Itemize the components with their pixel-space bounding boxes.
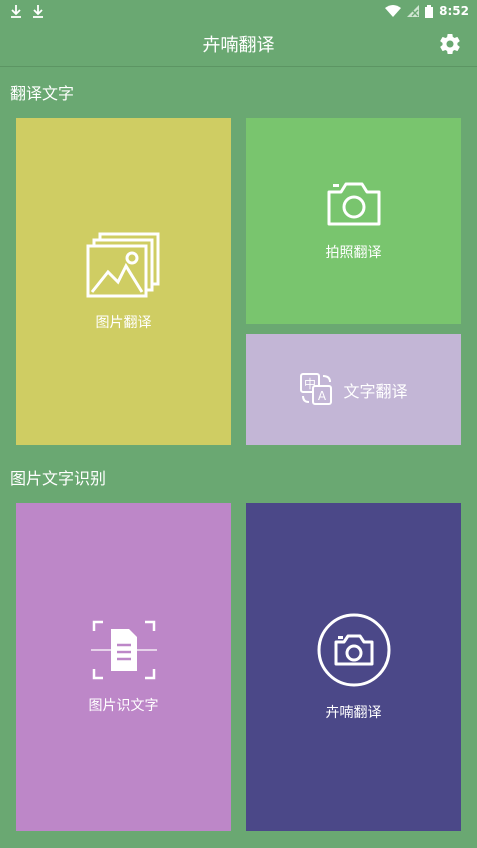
camera-translate-label: 卉喃翻译	[325, 705, 382, 721]
wifi-icon	[385, 5, 402, 17]
image-translate-tile[interactable]: 图片翻译	[16, 118, 231, 445]
gear-icon	[440, 34, 460, 55]
text-translate-label: 文字翻译	[343, 381, 408, 401]
camera-icon	[327, 182, 380, 226]
translate-icon: 中 A	[300, 372, 333, 405]
text-translate-tile[interactable]: 中 A 文字翻译	[246, 334, 461, 445]
section-title-translate-text: 翻译文字	[10, 84, 75, 103]
photo-translate-tile[interactable]: 拍照翻译	[246, 118, 461, 324]
settings-button[interactable]	[437, 31, 463, 57]
photo-translate-label: 拍照翻译	[325, 245, 382, 261]
download-icon	[11, 5, 21, 18]
signal-icon	[407, 5, 420, 17]
section-title-ocr: 图片文字识别	[10, 469, 107, 488]
svg-text:A: A	[318, 389, 327, 403]
battery-icon	[425, 4, 434, 18]
status-time: 8:52	[439, 4, 469, 18]
status-bar: 8:52	[0, 0, 477, 22]
camera-translate-tile[interactable]: 卉喃翻译	[246, 503, 461, 831]
document-scan-icon	[90, 620, 157, 680]
app-bar: 卉喃翻译	[0, 22, 477, 67]
status-left	[0, 4, 44, 18]
image-gallery-icon	[86, 232, 159, 297]
app-title: 卉喃翻译	[202, 35, 275, 56]
camera-circle-icon	[317, 613, 390, 687]
image-ocr-label: 图片识文字	[88, 698, 159, 714]
download-icon	[33, 5, 43, 18]
status-right: 8:52	[385, 4, 477, 18]
image-ocr-tile[interactable]: 图片识文字	[16, 503, 231, 831]
image-translate-label: 图片翻译	[95, 314, 152, 331]
